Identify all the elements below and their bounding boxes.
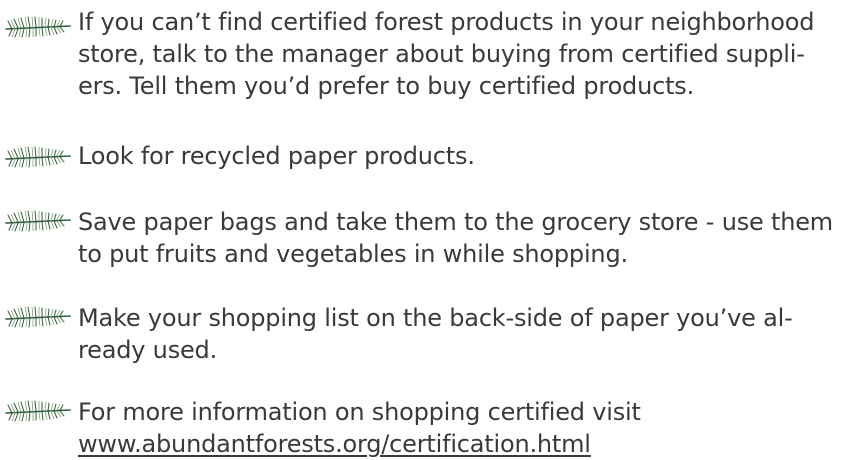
text-line: Save paper bags and take them to the gro… <box>78 208 833 236</box>
list-item-text: Look for recycled paper products. <box>78 140 867 172</box>
pine-branch-icon <box>5 400 71 422</box>
pine-branch-icon <box>5 210 71 232</box>
text-line: ready used. <box>78 336 218 364</box>
text-line: Make your shopping list on the back-side… <box>78 304 793 332</box>
text-line: www.abundantforests.org/certification.ht… <box>78 428 867 460</box>
pine-branch-icon <box>5 306 71 328</box>
text-line: For more information on shopping certifi… <box>78 398 641 426</box>
list-item-text: If you can’t find certified forest produ… <box>78 6 867 102</box>
tips-list: If you can’t find certified forest produ… <box>0 0 867 458</box>
text-line: ers. Tell them you’d prefer to buy certi… <box>78 72 695 100</box>
list-item-text: Make your shopping list on the back-side… <box>78 302 867 366</box>
text-line: Look for recycled paper products. <box>78 142 475 170</box>
certification-link[interactable]: www.abundantforests.org/certification.ht… <box>78 430 591 458</box>
list-item-text: For more information on shopping certifi… <box>78 396 867 460</box>
pine-branch-icon <box>5 16 71 38</box>
text-line: to put fruits and vegetables in while sh… <box>78 240 628 268</box>
list-item-text: Save paper bags and take them to the gro… <box>78 206 867 270</box>
text-line: store, talk to the manager about buying … <box>78 40 805 68</box>
text-line: If you can’t find certified forest produ… <box>78 8 815 36</box>
pine-branch-icon <box>5 146 71 168</box>
